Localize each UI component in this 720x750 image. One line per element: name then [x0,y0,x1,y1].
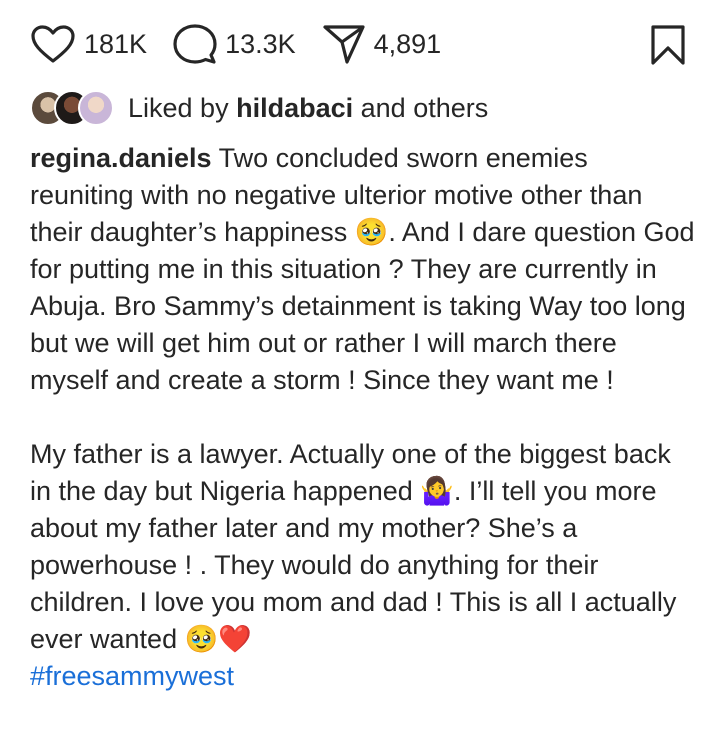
likes-count: 181K [84,28,148,59]
post-actions-bar: 181K 13.3K 4,891 [30,20,690,68]
liked-by-row[interactable]: Liked by hildabaci and others [30,90,488,126]
shares-count: 4,891 [373,28,442,59]
like-button[interactable]: 181K [30,24,147,64]
share-button[interactable]: 4,891 [322,23,442,65]
comment-icon [173,24,217,64]
caption-text-1: Two concluded sworn enemies reuniting wi… [30,143,695,395]
liked-by-text: Liked by hildabaci and others [128,93,488,124]
liked-by-prefix: Liked by [128,92,229,123]
send-icon [323,25,365,64]
hashtag-line: #freesammywest [30,658,698,695]
comments-count: 13.3K [225,28,296,59]
caption-text-2: My father is a lawyer. Actually one of t… [30,439,677,654]
heart-icon [31,25,75,63]
caption-paragraph-2: My father is a lawyer. Actually one of t… [30,436,698,658]
comment-button[interactable]: 13.3K [173,23,296,65]
caption-paragraph-1: regina.daniels Two concluded sworn enemi… [30,140,698,399]
author-username-link[interactable]: regina.daniels [30,143,212,173]
bookmark-icon [651,25,685,65]
save-button[interactable] [650,24,686,71]
liked-by-suffix: and others [360,92,489,123]
liked-by-avatars [30,90,114,126]
hashtag-link[interactable]: #freesammywest [30,661,234,691]
avatar [78,90,114,126]
liked-by-user-link[interactable]: hildabaci [236,93,353,123]
post-caption: regina.daniels Two concluded sworn enemi… [30,140,698,695]
